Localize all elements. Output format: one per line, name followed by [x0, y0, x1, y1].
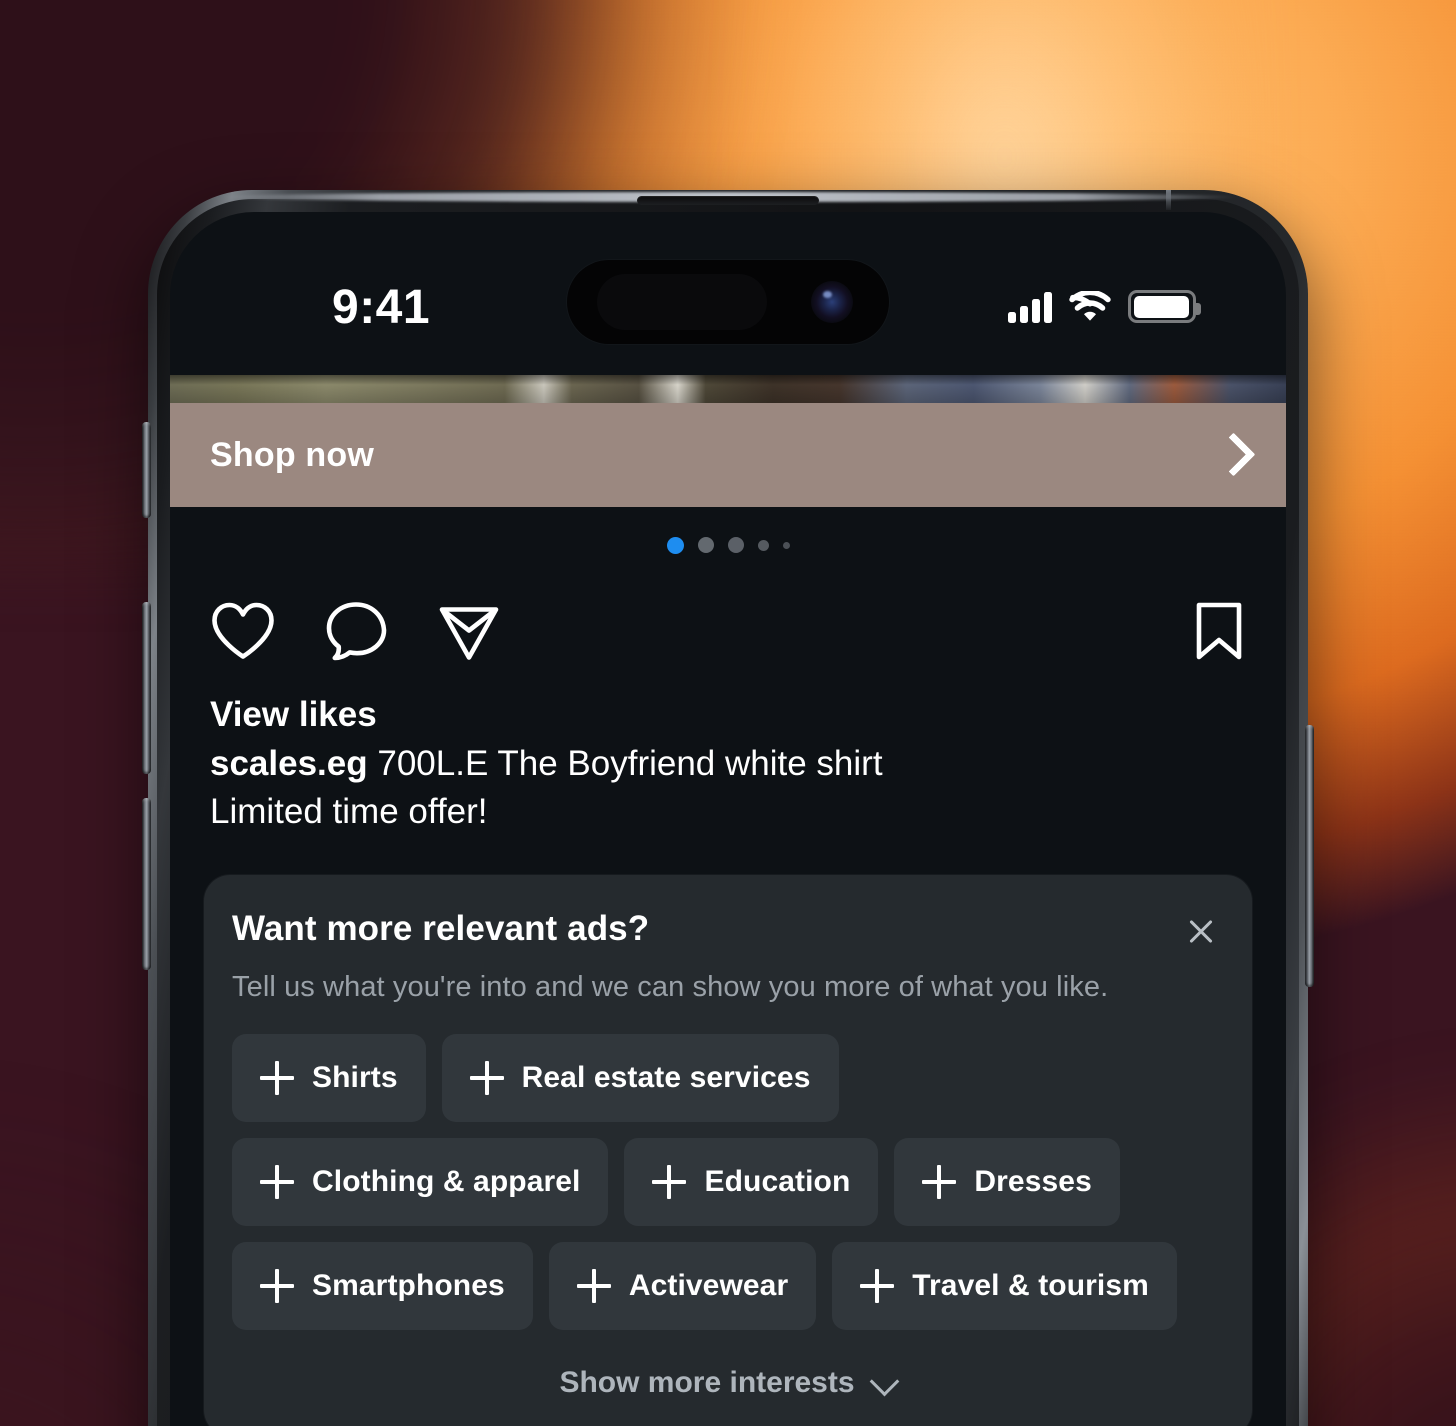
- relevant-ads-subtitle: Tell us what you're into and we can show…: [232, 971, 1109, 1004]
- interest-chip[interactable]: Education: [624, 1138, 879, 1227]
- dynamic-island: [567, 260, 889, 344]
- cellular-bars-icon: [1008, 291, 1052, 323]
- interest-chip-label: Activewear: [628, 1269, 789, 1303]
- interest-chip[interactable]: Dresses: [894, 1138, 1120, 1227]
- plus-icon: [652, 1165, 687, 1200]
- relevant-ads-header: Want more relevant ads?: [232, 909, 1224, 949]
- caption-username[interactable]: scales.eg: [210, 744, 368, 783]
- interest-chip-list: Shirts Real estate services Clothing & a…: [232, 1034, 1224, 1331]
- carousel-dot[interactable]: [782, 541, 790, 549]
- share-paper-plane-icon[interactable]: [436, 600, 502, 662]
- interest-chip[interactable]: Real estate services: [441, 1034, 839, 1123]
- relevant-ads-title: Want more relevant ads?: [232, 909, 650, 949]
- interest-chip-label: Dresses: [974, 1165, 1092, 1199]
- heart-icon[interactable]: [210, 600, 276, 662]
- volume-up-button[interactable]: [142, 602, 151, 774]
- shop-now-label: Shop now: [210, 435, 375, 474]
- interest-chip-label: Shirts: [312, 1061, 398, 1095]
- interest-chip[interactable]: Travel & tourism: [832, 1242, 1177, 1331]
- carousel-dot[interactable]: [727, 537, 744, 553]
- interest-chip-label: Clothing & apparel: [312, 1165, 581, 1199]
- battery-icon: [1128, 290, 1201, 323]
- caption-text: 700L.E The Boyfriend white shirt: [377, 744, 883, 784]
- volume-down-button[interactable]: [142, 798, 151, 970]
- phone-antenna-line: [1166, 190, 1171, 210]
- plus-icon: [260, 1061, 294, 1096]
- status-time: 9:41: [332, 281, 431, 334]
- caption-first-line: scales.eg 700L.E The Boyfriend white shi…: [210, 743, 1246, 785]
- relevant-ads-card: Want more relevant ads? Tell us what you…: [204, 875, 1252, 1426]
- carousel-dot[interactable]: [757, 539, 769, 551]
- view-likes-link[interactable]: View likes: [210, 693, 1246, 737]
- interest-chip[interactable]: Smartphones: [232, 1242, 533, 1331]
- caption-second-line: Limited time offer!: [210, 792, 488, 832]
- dynamic-island-pill: [597, 274, 767, 330]
- interest-chip[interactable]: Clothing & apparel: [232, 1138, 609, 1227]
- close-x-icon[interactable]: [1184, 915, 1218, 949]
- show-more-interests-button[interactable]: Show more interests: [232, 1366, 1224, 1406]
- post-image[interactable]: [170, 375, 1286, 403]
- comment-bubble-icon[interactable]: [324, 600, 388, 662]
- phone-screen: 9:41 Shop now View likes scales.eg 700L.…: [170, 212, 1286, 1426]
- plus-icon: [260, 1269, 294, 1304]
- earpiece-speaker: [637, 196, 819, 205]
- status-indicators: [1008, 290, 1201, 323]
- bookmark-icon[interactable]: [1192, 600, 1246, 662]
- interest-chip[interactable]: Activewear: [548, 1242, 817, 1331]
- carousel-dot-active[interactable]: [666, 536, 684, 554]
- plus-icon: [469, 1061, 504, 1096]
- plus-icon: [922, 1165, 957, 1200]
- plus-icon: [860, 1269, 895, 1304]
- post-action-bar: [170, 583, 1286, 679]
- show-more-interests-label: Show more interests: [559, 1366, 855, 1400]
- plus-icon: [260, 1165, 294, 1200]
- interest-chip-label: Real estate services: [521, 1061, 811, 1095]
- carousel-dot[interactable]: [697, 537, 714, 553]
- battery-fill: [1133, 295, 1190, 318]
- power-button[interactable]: [1305, 725, 1314, 987]
- interest-chip-label: Travel & tourism: [912, 1269, 1149, 1303]
- carousel-dots: [170, 507, 1286, 583]
- chevron-right-icon: [1212, 429, 1248, 481]
- front-camera-icon: [811, 281, 853, 323]
- shop-now-cta[interactable]: Shop now: [170, 403, 1286, 507]
- chevron-down-icon: [871, 1370, 897, 1396]
- wifi-icon: [1069, 290, 1111, 321]
- interest-chip-label: Education: [704, 1165, 851, 1199]
- post-caption: View likes scales.eg 700L.E The Boyfrien…: [170, 679, 1286, 833]
- plus-icon: [576, 1269, 611, 1304]
- interest-chip[interactable]: Shirts: [232, 1034, 426, 1123]
- status-bar: 9:41: [170, 212, 1286, 375]
- interest-chip-label: Smartphones: [312, 1269, 505, 1303]
- background-scene: 9:41 Shop now View likes scales.eg 700L.…: [0, 0, 1456, 1426]
- silent-switch-button[interactable]: [142, 422, 151, 518]
- phone-device: 9:41 Shop now View likes scales.eg 700L.…: [142, 190, 1314, 1426]
